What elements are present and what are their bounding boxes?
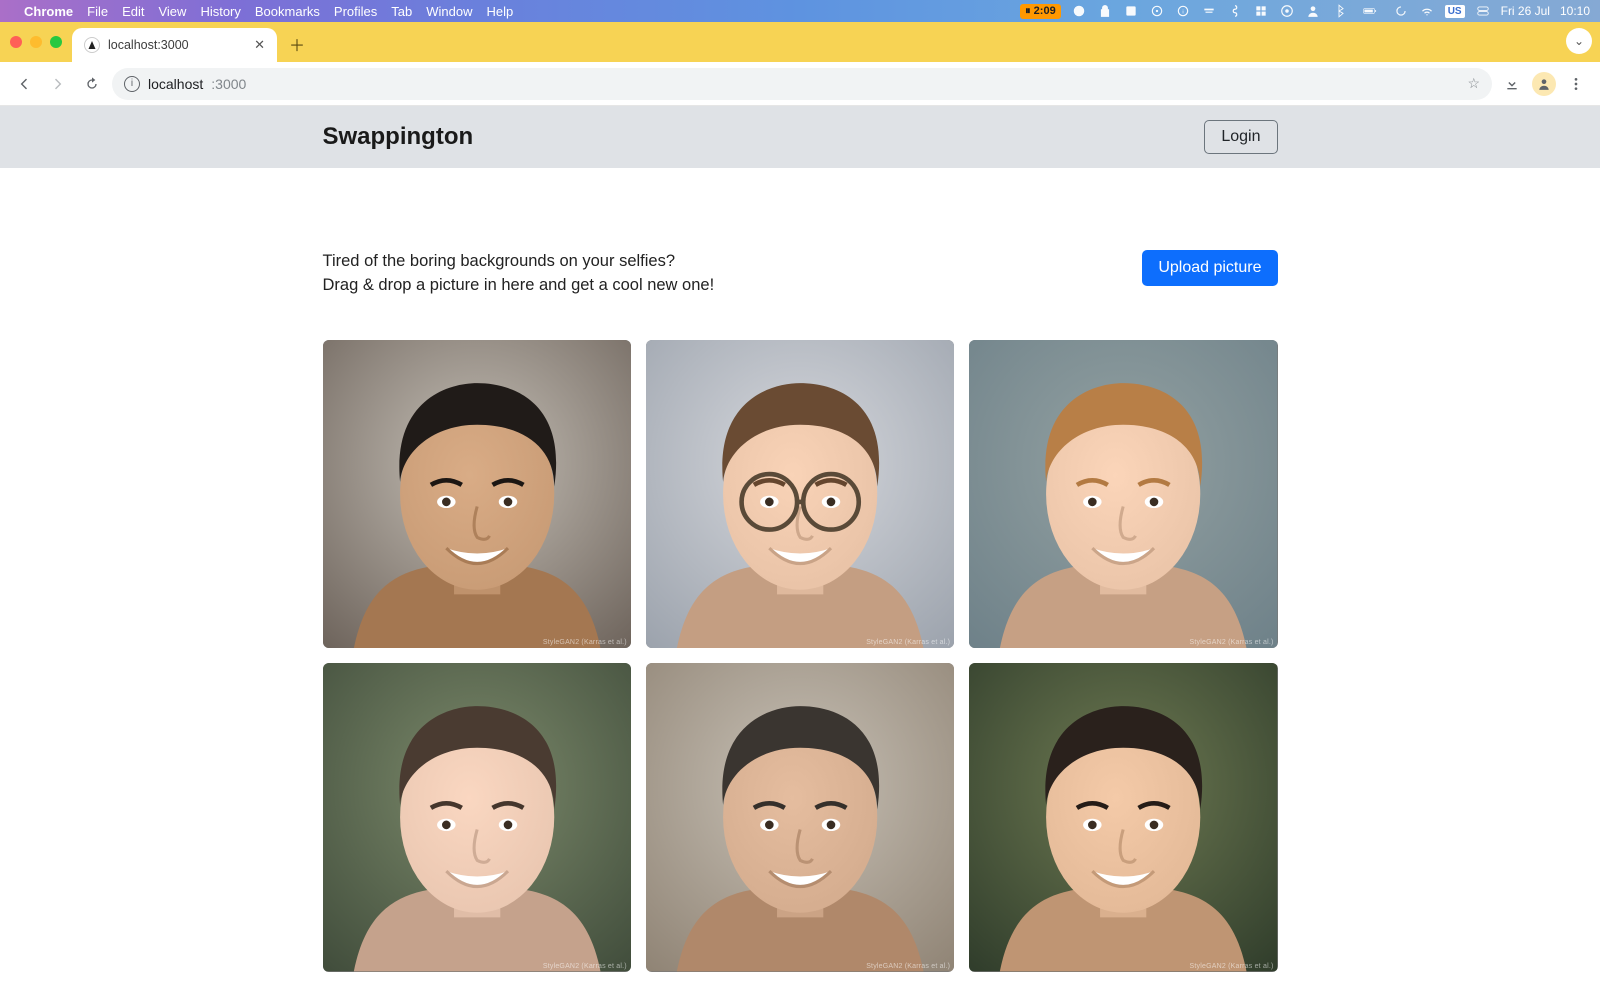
status-icon[interactable] xyxy=(1227,3,1243,19)
record-icon[interactable] xyxy=(1279,3,1295,19)
sample-face-image xyxy=(323,663,631,971)
image-watermark: StyleGAN2 (Karras et al.) xyxy=(866,963,950,970)
nav-reload-button[interactable] xyxy=(78,70,106,98)
status-icon[interactable]: i xyxy=(1175,3,1191,19)
menu-edit[interactable]: Edit xyxy=(122,4,144,19)
browser-tab[interactable]: localhost:3000 ✕ xyxy=(72,28,277,62)
window-controls xyxy=(10,22,72,62)
nav-forward-button[interactable] xyxy=(44,70,72,98)
profile-avatar-button[interactable] xyxy=(1532,72,1556,96)
menubar-timer[interactable]: ⏸2:09 xyxy=(1020,4,1061,19)
tabs-overflow-button[interactable]: ⌄ xyxy=(1566,28,1592,54)
status-icon[interactable] xyxy=(1123,3,1139,19)
tab-close-icon[interactable]: ✕ xyxy=(254,37,265,53)
main-container: Tired of the boring backgrounds on your … xyxy=(323,168,1278,1000)
site-info-icon[interactable]: i xyxy=(124,76,140,92)
status-icon[interactable] xyxy=(1071,3,1087,19)
sample-face-image xyxy=(969,663,1277,971)
menu-window[interactable]: Window xyxy=(426,4,472,19)
url-path: :3000 xyxy=(211,76,246,92)
sample-image-card[interactable]: StyleGAN2 (Karras et al.) xyxy=(646,663,954,971)
menu-help[interactable]: Help xyxy=(487,4,514,19)
tab-favicon-icon xyxy=(84,37,100,53)
sample-image-card[interactable]: StyleGAN2 (Karras et al.) xyxy=(323,663,631,971)
menubar-app-name[interactable]: Chrome xyxy=(24,4,73,19)
chrome-menu-button[interactable] xyxy=(1562,70,1590,98)
image-watermark: StyleGAN2 (Karras et al.) xyxy=(866,639,950,646)
chrome-toolbar: i localhost :3000 ☆ xyxy=(0,62,1600,106)
control-center-icon[interactable] xyxy=(1475,3,1491,19)
app-header: Swappington Login xyxy=(0,106,1600,168)
address-bar[interactable]: i localhost :3000 ☆ xyxy=(112,68,1492,100)
window-minimize-icon[interactable] xyxy=(30,36,42,48)
sample-image-card[interactable]: StyleGAN2 (Karras et al.) xyxy=(646,340,954,648)
hero-line-2: Drag & drop a picture in here and get a … xyxy=(323,274,715,298)
hero-line-1: Tired of the boring backgrounds on your … xyxy=(323,250,715,274)
menu-history[interactable]: History xyxy=(200,4,240,19)
bluetooth-icon[interactable] xyxy=(1331,3,1347,19)
battery-icon[interactable] xyxy=(1357,3,1383,19)
status-icon[interactable] xyxy=(1201,3,1217,19)
image-watermark: StyleGAN2 (Karras et al.) xyxy=(543,963,627,970)
sample-grid[interactable]: StyleGAN2 (Karras et al.) xyxy=(323,340,1278,972)
nav-back-button[interactable] xyxy=(10,70,38,98)
page-viewport[interactable]: Swappington Login Tired of the boring ba… xyxy=(0,106,1600,1000)
sample-image-card[interactable]: StyleGAN2 (Karras et al.) xyxy=(323,340,631,648)
hero-row: Tired of the boring backgrounds on your … xyxy=(323,250,1278,298)
input-source[interactable]: US xyxy=(1445,5,1465,18)
macos-menubar: Chrome File Edit View History Bookmarks … xyxy=(0,0,1600,22)
image-watermark: StyleGAN2 (Karras et al.) xyxy=(1190,963,1274,970)
downloads-button[interactable] xyxy=(1498,70,1526,98)
bookmark-star-icon[interactable]: ☆ xyxy=(1467,75,1480,92)
new-tab-button[interactable]: ＋ xyxy=(283,30,311,58)
sample-image-card[interactable]: StyleGAN2 (Karras et al.) xyxy=(969,340,1277,648)
image-watermark: StyleGAN2 (Karras et al.) xyxy=(1190,639,1274,646)
url-host: localhost xyxy=(148,76,203,92)
sample-face-image xyxy=(323,340,631,648)
menubar-time[interactable]: 10:10 xyxy=(1560,4,1590,18)
login-button[interactable]: Login xyxy=(1204,120,1277,154)
upload-picture-button[interactable]: Upload picture xyxy=(1142,250,1277,286)
sample-face-image xyxy=(969,340,1277,648)
status-icon[interactable] xyxy=(1149,3,1165,19)
sample-image-card[interactable]: StyleGAN2 (Karras et al.) xyxy=(969,663,1277,971)
menu-file[interactable]: File xyxy=(87,4,108,19)
menu-bookmarks[interactable]: Bookmarks xyxy=(255,4,320,19)
chrome-tabstrip: localhost:3000 ✕ ＋ ⌄ xyxy=(0,22,1600,62)
window-zoom-icon[interactable] xyxy=(50,36,62,48)
status-icon[interactable] xyxy=(1253,3,1269,19)
sample-face-image xyxy=(646,663,954,971)
sample-face-image xyxy=(646,340,954,648)
hero-text: Tired of the boring backgrounds on your … xyxy=(323,250,715,298)
wifi-icon[interactable] xyxy=(1419,3,1435,19)
tab-title: localhost:3000 xyxy=(108,38,189,52)
menu-profiles[interactable]: Profiles xyxy=(334,4,377,19)
status-icon[interactable] xyxy=(1097,3,1113,19)
svg-text:i: i xyxy=(1182,9,1183,15)
sync-icon[interactable] xyxy=(1393,3,1409,19)
window-close-icon[interactable] xyxy=(10,36,22,48)
menubar-date[interactable]: Fri 26 Jul xyxy=(1501,4,1550,18)
user-icon[interactable] xyxy=(1305,3,1321,19)
image-watermark: StyleGAN2 (Karras et al.) xyxy=(543,639,627,646)
menu-tab[interactable]: Tab xyxy=(391,4,412,19)
brand-title: Swappington xyxy=(323,123,474,151)
menu-view[interactable]: View xyxy=(158,4,186,19)
